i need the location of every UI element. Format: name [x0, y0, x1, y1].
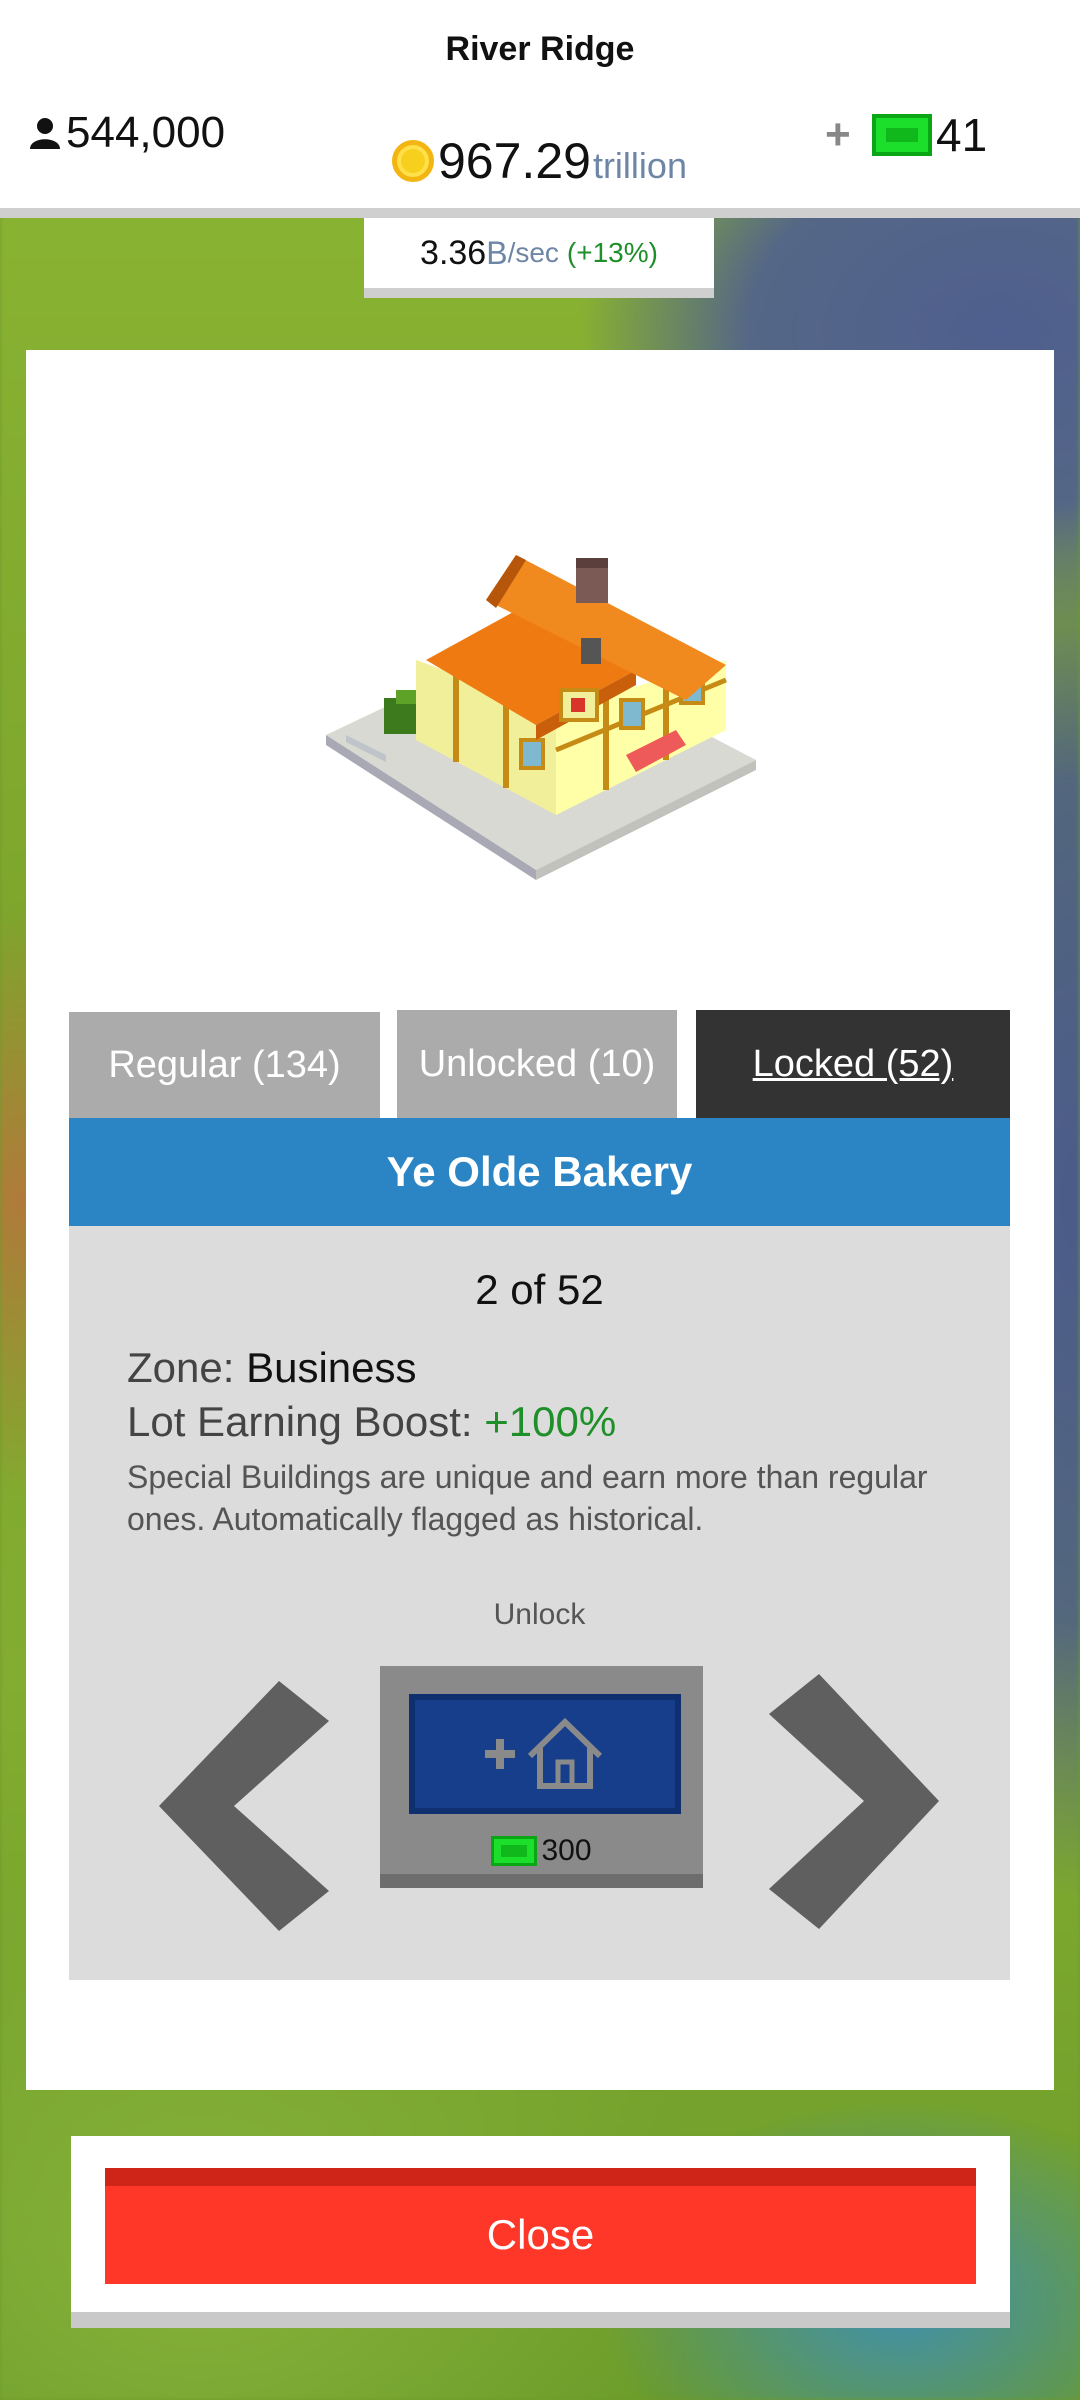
- unlock-button[interactable]: 300: [380, 1666, 703, 1888]
- coin-icon: [392, 140, 434, 182]
- cash-value: 41: [936, 109, 988, 161]
- building-description: Special Buildings are unique and earn mo…: [127, 1459, 928, 1537]
- boost-label: Lot Earning Boost:: [127, 1398, 473, 1445]
- rate-per: /sec: [507, 237, 559, 268]
- city-name: River Ridge: [445, 30, 635, 68]
- cash-icon: [872, 114, 932, 156]
- zone-value: Business: [246, 1344, 417, 1391]
- coins-display: 967.29 trillion: [392, 132, 687, 190]
- building-name: Ye Olde Bakery: [69, 1118, 1010, 1226]
- coins-unit: trillion: [592, 145, 687, 186]
- add-cash-button[interactable]: +: [825, 110, 851, 160]
- unlock-cost: 300: [380, 1834, 703, 1868]
- tab-regular[interactable]: Regular (134): [69, 1012, 380, 1118]
- unlock-cost-value: 300: [541, 1834, 592, 1867]
- add-house-icon: [485, 1717, 603, 1789]
- cash-icon: [491, 1836, 538, 1866]
- person-icon: [30, 118, 60, 149]
- zone-line: Zone: Business: [127, 1344, 417, 1392]
- top-status-bar: River Ridge 544,000 967.29 trillion + 41: [0, 0, 1080, 218]
- boost-line: Lot Earning Boost: +100%: [127, 1398, 616, 1446]
- close-button[interactable]: Close: [105, 2168, 976, 2284]
- rate-value: 3.36: [420, 233, 487, 272]
- close-button-container: Close: [71, 2136, 1010, 2328]
- rate-boost: (+13%): [566, 237, 658, 268]
- rate-unit: B: [486, 234, 508, 271]
- population-value: 544,000: [66, 108, 226, 157]
- special-buildings-dialog: Regular (134) Unlocked (10) Locked (52) …: [26, 350, 1054, 2090]
- unlock-button-face: [409, 1694, 681, 1814]
- cash-display: 41: [872, 108, 987, 162]
- income-rate: 3.36 B /sec (+13%): [364, 218, 714, 298]
- population-display: 544,000: [28, 108, 225, 158]
- building-preview-image: [326, 555, 756, 880]
- building-counter: 2 of 52: [475, 1266, 604, 1313]
- previous-arrow-icon[interactable]: [159, 1681, 329, 1931]
- boost-value: +100%: [484, 1398, 617, 1445]
- zone-label: Zone:: [127, 1344, 235, 1391]
- building-info-panel: 2 of 52 Zone: Business Lot Earning Boost…: [69, 1226, 1010, 1980]
- tab-locked[interactable]: Locked (52): [696, 1010, 1010, 1118]
- next-arrow-icon[interactable]: [769, 1674, 939, 1929]
- unlock-label: Unlock: [493, 1598, 586, 1631]
- coins-value: 967.29: [438, 133, 591, 189]
- tab-unlocked[interactable]: Unlocked (10): [397, 1010, 677, 1118]
